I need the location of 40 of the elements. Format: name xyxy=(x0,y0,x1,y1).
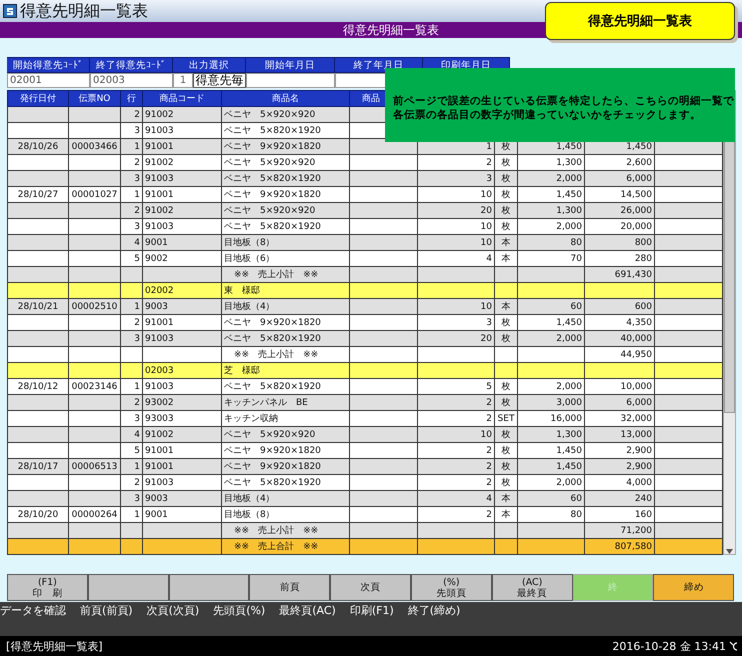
instruction-tooltip: 前ページで誤差の生じている伝票を特定したら、こちらの明細一覧で 各伝票の各品目の数字が間違っていないかをチェックします。 xyxy=(385,68,735,142)
screen-title: 得意先明細一覧表 xyxy=(343,22,439,38)
column-header: 発行日付 xyxy=(8,90,68,106)
screen-badge: 得意先明細一覧表 xyxy=(545,2,735,40)
column-header: 商品名 xyxy=(222,90,350,106)
function-key-button[interactable]: (F1) 印 刷 xyxy=(7,574,88,601)
key-hint: 最終頁(AC) xyxy=(279,603,336,619)
date-time: 2016-10-28 金 13:41 xyxy=(612,638,726,654)
key-hint: データを確認 xyxy=(0,603,66,619)
function-key-button[interactable]: (AC) 最終頁 xyxy=(492,574,573,601)
filter-label: 開始年月日 xyxy=(246,57,335,73)
column-header: 行 xyxy=(120,90,142,106)
column-header: 伝票NO xyxy=(68,90,120,106)
key-hint: 終了(締め) xyxy=(408,603,460,619)
key-hint: 印刷(F1) xyxy=(350,603,394,619)
key-hint: 次頁(次頁) xyxy=(146,603,200,619)
function-key-button[interactable]: 前頁 xyxy=(249,574,330,601)
window-title: 得意先明細一覧表 xyxy=(20,0,148,22)
key-hint: 前頁(前頁) xyxy=(80,603,133,619)
product-name-cell: ※※ 売上合計 ※※ xyxy=(222,538,350,554)
start-date-field[interactable] xyxy=(246,73,335,88)
screen-name: [得意先明細一覧表] xyxy=(6,638,103,654)
scroll-down-icon[interactable] xyxy=(726,549,733,554)
input-mode-icon xyxy=(729,640,738,652)
start-code-field[interactable]: 02001 xyxy=(7,73,90,88)
filter-label: 終了得意先ｺｰﾄﾞ xyxy=(90,57,173,73)
function-key-button[interactable]: 締め xyxy=(653,574,734,601)
function-key-button[interactable]: 次頁 xyxy=(330,574,411,601)
function-key-button[interactable] xyxy=(88,574,169,601)
column-header: 商品コード xyxy=(142,90,222,106)
filter-label: 出力選択 xyxy=(173,57,246,73)
end-code-field[interactable]: 02003 xyxy=(90,73,173,88)
output-number-field[interactable]: 1 xyxy=(173,73,193,88)
key-hint: 先頭頁(%) xyxy=(213,603,266,619)
output-option-label: 得意先毎 xyxy=(193,73,246,88)
amount-cell: 807,580 xyxy=(584,538,654,554)
app-icon xyxy=(3,4,17,18)
function-key-button[interactable]: (%) 先頭頁 xyxy=(410,574,492,601)
filter-label: 開始得意先ｺｰﾄﾞ xyxy=(7,57,90,73)
function-key-button[interactable] xyxy=(168,574,250,601)
